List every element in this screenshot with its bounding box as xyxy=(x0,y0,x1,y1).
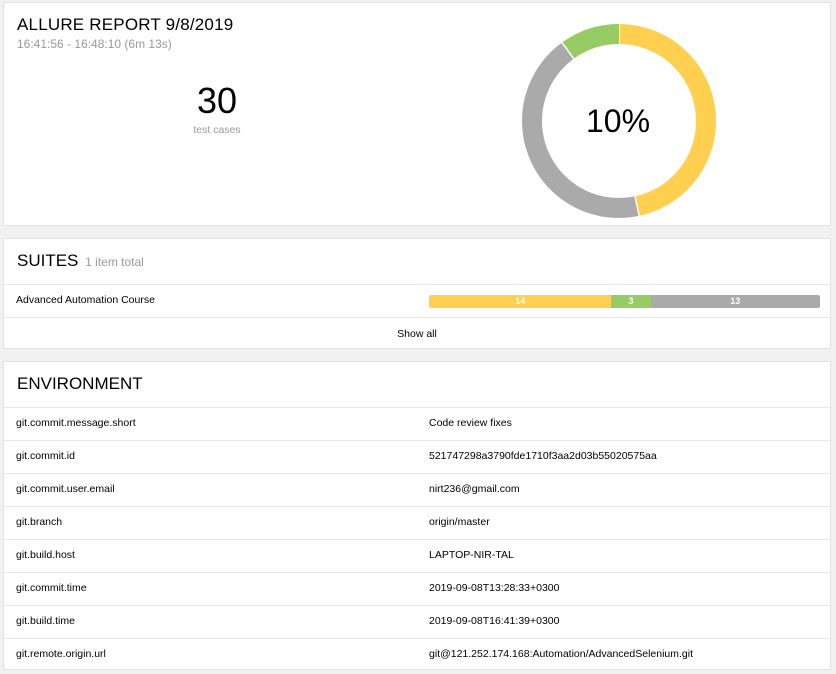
divider xyxy=(4,407,830,408)
suite-name: Advanced Automation Course xyxy=(16,294,155,306)
environment-key: git.commit.message.short xyxy=(16,417,136,429)
suite-bar-segment-broken[interactable]: 14 xyxy=(429,295,612,308)
suite-bar-segment-passed[interactable]: 3 xyxy=(611,295,651,308)
suites-header: SUITES 1 item total xyxy=(17,251,144,271)
environment-key: git.commit.time xyxy=(16,582,87,594)
divider xyxy=(4,284,830,285)
suites-title: SUITES xyxy=(17,251,79,270)
divider xyxy=(4,605,830,606)
environment-title: ENVIRONMENT xyxy=(17,374,143,393)
environment-key: git.remote.origin.url xyxy=(16,648,106,660)
divider xyxy=(4,539,830,540)
environment-value: nirt236@gmail.com xyxy=(429,483,520,495)
environment-key: git.commit.id xyxy=(16,450,75,462)
test-case-count: 30 xyxy=(196,80,238,121)
suites-count: 1 item total xyxy=(85,255,144,269)
environment-value: LAPTOP-NIR-TAL xyxy=(429,549,514,561)
divider xyxy=(4,506,830,507)
test-case-count-label: test cases xyxy=(193,124,241,136)
environment-key: git.build.time xyxy=(16,615,75,627)
environment-value: 521747298a3790fde1710f3aa2d03b55020575aa xyxy=(429,450,657,462)
suites-widget: SUITES 1 item total Advanced Automation … xyxy=(3,238,831,349)
suite-bar-segment-unknown[interactable]: 13 xyxy=(650,295,820,308)
suite-status-bar: 14 3 13 xyxy=(429,295,820,308)
environment-value: Code review fixes xyxy=(429,417,512,429)
divider xyxy=(4,473,830,474)
environment-value: origin/master xyxy=(429,516,490,528)
environment-value: git@121.252.174.168:Automation/AdvancedS… xyxy=(429,648,694,660)
report-time-range: 16:41:56 - 16:48:10 (6m 13s) xyxy=(17,37,172,51)
environment-key: git.commit.user.email xyxy=(16,483,115,495)
success-rate: 10% xyxy=(585,103,651,139)
show-all-link[interactable]: Show all xyxy=(4,328,830,340)
environment-value: 2019-09-08T16:41:39+0300 xyxy=(429,615,560,627)
divider xyxy=(4,572,830,573)
environment-value: 2019-09-08T13:28:33+0300 xyxy=(429,582,560,594)
report-title: ALLURE REPORT 9/8/2019 xyxy=(17,15,234,34)
summary-widget: ALLURE REPORT 9/8/2019 16:41:56 - 16:48:… xyxy=(3,2,831,226)
divider xyxy=(4,317,830,318)
divider xyxy=(4,440,830,441)
environment-key: git.branch xyxy=(16,516,63,528)
divider xyxy=(4,638,830,639)
environment-key: git.build.host xyxy=(16,549,75,561)
environment-widget: ENVIRONMENT git.commit.message.short Code… xyxy=(3,361,831,670)
